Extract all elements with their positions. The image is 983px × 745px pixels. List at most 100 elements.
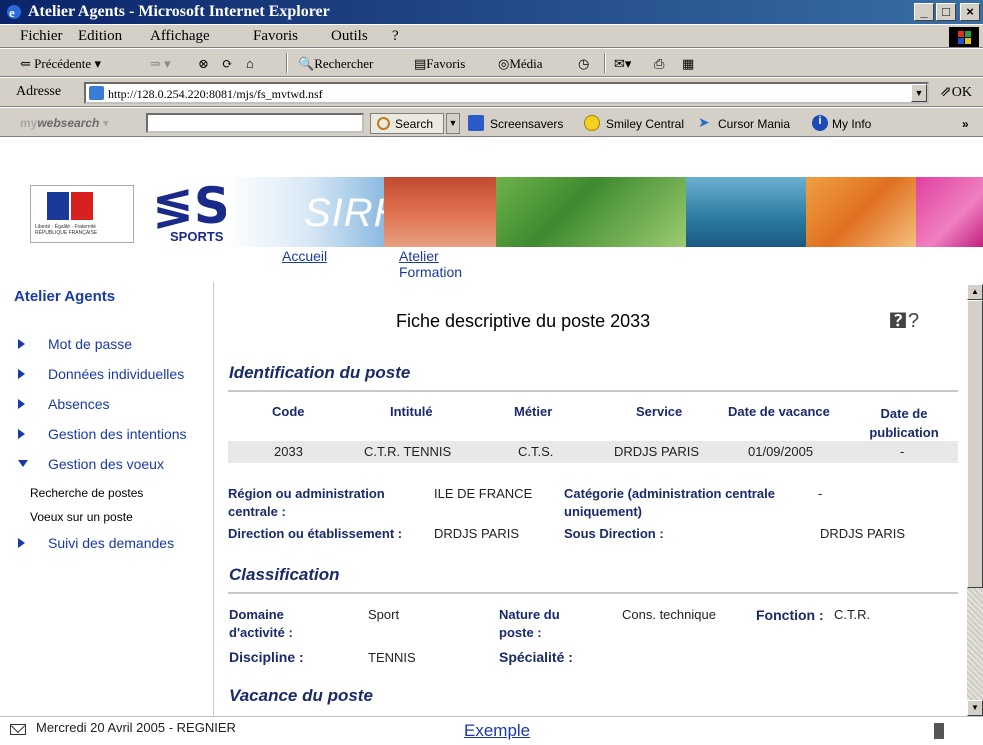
nature-label: Nature du poste : xyxy=(499,607,560,640)
cell-code: 2033 xyxy=(274,444,303,459)
banner-photo xyxy=(496,177,686,247)
site-banner: Liberté · Égalité · Fraternité RÉPUBLIQUE… xyxy=(0,177,983,247)
table-row xyxy=(228,441,958,463)
col-header-intitule: Intitulé xyxy=(390,404,433,419)
cell-date-vacance: 01/09/2005 xyxy=(748,444,814,459)
scroll-down-button[interactable]: ▼ xyxy=(967,700,983,716)
page-title: Fiche descriptive du poste 2033 xyxy=(396,311,651,331)
discipline-label: Discipline : xyxy=(229,649,304,665)
nav-formation-label: Formation xyxy=(399,264,463,280)
sidebar-subitem-voeux-poste[interactable]: Voeux sur un poste xyxy=(30,510,133,524)
sous-direction-label: Sous Direction : xyxy=(564,526,664,541)
back-label: Précédente xyxy=(34,56,92,71)
maximize-button[interactable]: □ xyxy=(936,3,956,21)
monitor-icon xyxy=(468,115,484,131)
specialite-label: Spécialité : xyxy=(499,649,573,665)
categorie-label: Catégorie (administration centrale unique… xyxy=(564,486,775,519)
help-icon[interactable]: 🯄? xyxy=(888,306,919,340)
sidebar-subitem-recherche-postes[interactable]: Recherche de postes xyxy=(30,486,143,500)
arrow-right-icon xyxy=(18,429,25,439)
address-bar: Adresse http://128.0.254.220:8081/mjs/fs… xyxy=(0,77,983,107)
exit-icon[interactable] xyxy=(934,723,944,739)
address-label: Adresse xyxy=(16,84,62,99)
search-button[interactable]: 🔍Rechercher xyxy=(298,56,373,72)
menu-favoris[interactable]: Favoris xyxy=(253,28,298,45)
websearch-input[interactable] xyxy=(146,113,364,133)
websearch-toolbar: mywebsearch ▾ Search ▼ Screensavers Smil… xyxy=(0,107,983,137)
smiley-central-link[interactable]: Smiley Central xyxy=(606,117,684,131)
sports-ministry-logo: ≶S SPORTS xyxy=(142,177,230,244)
websearch-dropdown[interactable]: ▼ xyxy=(446,113,460,134)
refresh-icon[interactable]: ⟳ xyxy=(222,56,233,72)
chevron-more-icon[interactable]: » xyxy=(962,117,969,131)
address-dropdown-button[interactable]: ▼ xyxy=(911,84,927,102)
col-header-service: Service xyxy=(636,404,683,419)
cursor-mania-link[interactable]: Cursor Mania xyxy=(718,117,790,131)
menu-fichier[interactable]: Fichier xyxy=(20,28,63,45)
stop-icon[interactable]: ⊗ xyxy=(198,56,209,72)
ie-logo-icon: e xyxy=(7,5,21,20)
sidebar-item-label: Mot de passe xyxy=(48,336,133,352)
menu-affichage[interactable]: Affichage xyxy=(150,28,210,45)
col-header-date-publication: Date de publication xyxy=(869,406,939,440)
home-icon[interactable]: ⌂ xyxy=(246,56,254,72)
scroll-up-button[interactable]: ▲ xyxy=(967,284,983,300)
nav-atelier-formation-link[interactable]: Atelier Formation xyxy=(399,248,462,280)
forward-button[interactable]: ⇒ ▾ xyxy=(150,56,171,72)
cell-intitule: C.T.R. TENNIS xyxy=(364,444,452,459)
discipline-value: TENNIS xyxy=(368,650,416,665)
sidebar-title: Atelier Agents xyxy=(14,288,116,305)
menu-outils[interactable]: Outils xyxy=(331,28,368,45)
menu-edition[interactable]: Edition xyxy=(78,28,122,45)
banner-photo xyxy=(686,177,806,247)
mywebsearch-logo: mywebsearch ▾ xyxy=(20,116,109,130)
favorites-label: Favoris xyxy=(426,56,466,71)
media-label: Média xyxy=(509,56,543,71)
edit-icon[interactable]: ▦ xyxy=(682,56,694,72)
arrow-right-icon xyxy=(18,369,25,379)
window-titlebar: e Atelier Agents - Microsoft Internet Ex… xyxy=(0,0,983,24)
arrow-right-icon xyxy=(18,399,25,409)
print-icon[interactable]: ⎙ xyxy=(654,56,664,72)
banner-photo xyxy=(916,177,983,247)
region-label: Région ou administration centrale : xyxy=(228,486,385,519)
status-message: Mercredi 20 Avril 2005 - REGNIER xyxy=(36,720,236,735)
search-icon xyxy=(377,117,390,130)
exemple-link[interactable]: Exemple xyxy=(464,721,530,741)
menu-help[interactable]: ? xyxy=(392,28,399,45)
scroll-thumb[interactable] xyxy=(967,300,983,588)
sidebar-item-label: Absences xyxy=(48,396,110,412)
screensavers-link[interactable]: Screensavers xyxy=(490,117,563,131)
close-button[interactable]: × xyxy=(960,3,980,21)
svg-text:e: e xyxy=(9,5,15,20)
standard-toolbar: ⇐ Précédente ▾ ⇒ ▾ ⊗ ⟳ ⌂ 🔍Rechercher ▤Fa… xyxy=(0,48,983,77)
toolbar-separator xyxy=(286,53,288,73)
search-label: Rechercher xyxy=(314,56,374,71)
nav-accueil-link[interactable]: Accueil xyxy=(282,248,327,264)
sidebar-item-label: Gestion des voeux xyxy=(48,456,164,472)
back-button[interactable]: ⇐ Précédente ▾ xyxy=(20,56,101,72)
categorie-value: - xyxy=(818,486,823,501)
websearch-button[interactable]: Search xyxy=(370,113,444,134)
domaine-label: Domaine d'activité : xyxy=(229,607,293,640)
address-input[interactable]: http://128.0.254.220:8081/mjs/fs_mvtwd.n… xyxy=(84,82,929,104)
favorites-button[interactable]: ▤Favoris xyxy=(414,56,465,72)
my-info-link[interactable]: My Info xyxy=(832,117,871,131)
address-url: http://128.0.254.220:8081/mjs/fs_mvtwd.n… xyxy=(108,87,323,101)
cell-metier: C.T.S. xyxy=(518,444,554,459)
arrow-down-icon xyxy=(18,460,28,467)
cell-date-publication: - xyxy=(900,444,905,459)
history-icon[interactable]: ◷ xyxy=(578,56,589,72)
arrow-right-icon xyxy=(18,538,25,548)
media-button[interactable]: ◎Média xyxy=(498,56,543,72)
republique-francaise-logo: Liberté · Égalité · Fraternité RÉPUBLIQUE… xyxy=(30,185,134,243)
info-icon: i xyxy=(812,115,828,131)
go-button[interactable]: ⇗OK xyxy=(940,84,972,101)
smiley-icon xyxy=(584,115,600,131)
col-header-date-vacance: Date de vacance xyxy=(728,404,830,419)
mail-icon[interactable]: ✉▾ xyxy=(614,56,631,72)
cursor-icon: ➤ xyxy=(698,114,710,130)
minimize-button[interactable]: _ xyxy=(914,3,934,21)
sports-logo-text: SPORTS xyxy=(170,229,224,244)
page-scrollbar[interactable]: ▲ ▼ xyxy=(967,284,983,716)
